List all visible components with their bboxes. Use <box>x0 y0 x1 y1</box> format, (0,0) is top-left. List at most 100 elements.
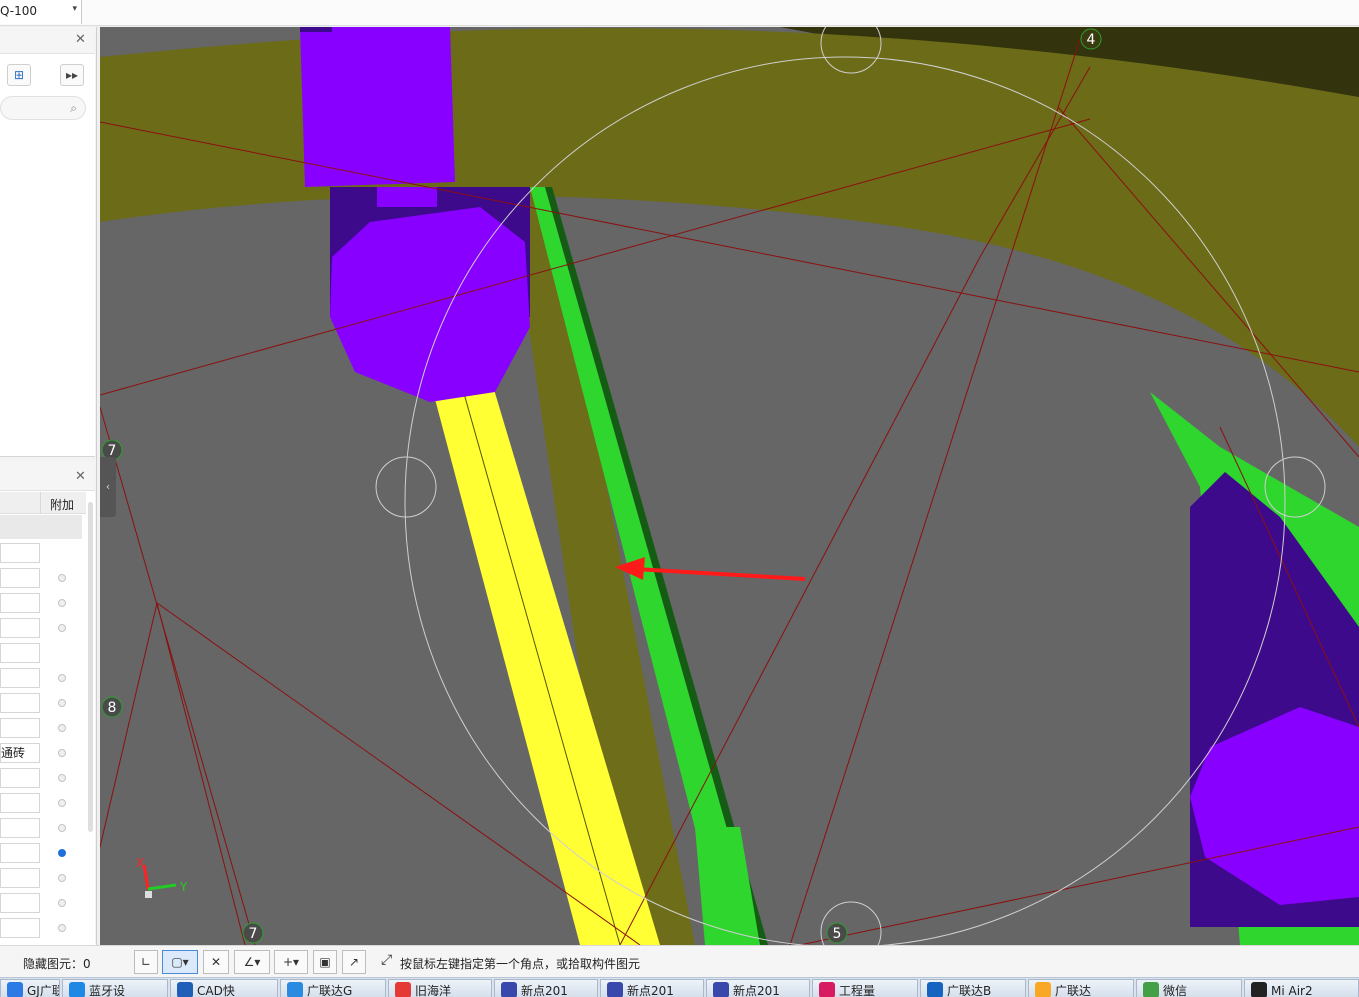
property-value-cell[interactable] <box>0 868 40 888</box>
property-row[interactable] <box>0 566 86 591</box>
gizmo-x-label: X <box>136 856 144 870</box>
floor-combo[interactable]: Q-100 ▾ <box>0 0 82 24</box>
command-hint: 按鼠标左键指定第一个角点，或拾取构件图元 <box>400 957 641 971</box>
app-icon <box>927 982 943 997</box>
collapse-panel-handle[interactable]: ‹ <box>100 457 116 517</box>
property-value-cell[interactable] <box>0 768 40 788</box>
angle-snap-button[interactable]: ∠▾ <box>234 950 270 974</box>
attached-checkbox[interactable] <box>58 724 66 732</box>
property-value-cell[interactable] <box>0 918 40 938</box>
new-component-button[interactable]: ⊞ <box>7 64 31 86</box>
attached-checkbox[interactable] <box>58 749 66 757</box>
attached-checkbox[interactable] <box>58 574 66 582</box>
property-value-cell[interactable] <box>0 843 40 863</box>
property-row[interactable] <box>0 841 86 866</box>
expand-button[interactable]: ▸▸ <box>60 64 84 86</box>
property-row[interactable] <box>0 591 86 616</box>
attached-checkbox[interactable] <box>58 774 66 782</box>
attached-checkbox[interactable] <box>58 874 66 882</box>
taskbar-item[interactable]: Mi Air2 <box>1244 979 1359 997</box>
property-row[interactable] <box>0 766 86 791</box>
property-row[interactable] <box>0 891 86 916</box>
property-value-cell[interactable] <box>0 893 40 913</box>
arc-icon: ↗ <box>348 955 360 969</box>
search-input[interactable]: ⌕ <box>0 96 86 120</box>
status-bar: 隐藏图元：0 ∟ ▢▾ ✕ ∠▾ +▾ ▣ ↗ ⤢ 按鼠标左键指定第一个角点，或… <box>0 945 1359 977</box>
attached-checkbox[interactable] <box>58 699 66 707</box>
round-column[interactable] <box>330 207 530 402</box>
taskbar-item[interactable]: 旧海洋 <box>388 979 492 997</box>
attached-checkbox[interactable] <box>58 899 66 907</box>
property-row[interactable] <box>0 816 86 841</box>
column-cap <box>377 187 437 207</box>
close-icon[interactable]: ✕ <box>75 32 86 47</box>
column-top[interactable] <box>300 27 455 187</box>
column-top-shadow <box>300 27 332 32</box>
arc-snap-button[interactable]: ↗ <box>342 950 366 974</box>
property-row[interactable] <box>0 666 86 691</box>
app-icon <box>7 982 23 997</box>
attached-checkbox[interactable] <box>58 824 66 832</box>
cross-select-button[interactable]: ✕ <box>203 950 229 974</box>
property-value-cell[interactable] <box>0 568 40 588</box>
property-value-cell[interactable] <box>0 643 40 663</box>
property-value-cell[interactable] <box>0 793 40 813</box>
taskbar-item[interactable]: 工程量 <box>812 979 918 997</box>
property-row[interactable] <box>0 616 86 641</box>
orthogonal-toggle[interactable]: ∟ <box>134 950 158 974</box>
property-row[interactable] <box>0 641 86 666</box>
taskbar-item[interactable]: 广联达B <box>920 979 1026 997</box>
axis-label-4: 4 <box>1087 32 1096 48</box>
attached-checkbox[interactable] <box>58 599 66 607</box>
app-icon <box>1143 982 1159 997</box>
property-value-cell[interactable] <box>0 593 40 613</box>
taskbar-item[interactable]: 广联达 <box>1028 979 1134 997</box>
attached-checkbox[interactable] <box>58 674 66 682</box>
taskbar-item[interactable]: 微信 <box>1136 979 1242 997</box>
property-row[interactable] <box>0 791 86 816</box>
display-toggle-button[interactable]: ▣ <box>313 950 337 974</box>
property-row[interactable] <box>0 916 86 941</box>
property-value-cell[interactable]: 通砖 <box>0 743 40 763</box>
taskbar-item-label: 广联达B <box>947 984 992 997</box>
taskbar-item[interactable]: 新点201 <box>600 979 704 997</box>
property-row[interactable] <box>0 691 86 716</box>
app-icon <box>501 982 517 997</box>
app-icon <box>1035 982 1051 997</box>
offset-snap-button[interactable]: +▾ <box>274 950 308 974</box>
floor-combo-value: Q-100 <box>0 4 38 18</box>
selected-row[interactable] <box>0 515 82 539</box>
property-value-cell[interactable] <box>0 818 40 838</box>
axis-label-8: 8 <box>108 700 117 716</box>
taskbar-item[interactable]: 新点201 <box>706 979 810 997</box>
property-row[interactable] <box>0 541 86 566</box>
taskbar-item[interactable]: 广联达G <box>280 979 386 997</box>
top-toolbar: Q-100 ▾ <box>0 0 1359 26</box>
close-icon[interactable]: ✕ <box>75 469 86 484</box>
property-value-cell[interactable] <box>0 693 40 713</box>
taskbar-item[interactable]: 新点201 <box>494 979 598 997</box>
axis-label-7-bottom: 7 <box>249 926 258 942</box>
property-row[interactable]: 通砖 <box>0 741 86 766</box>
attached-checkbox[interactable] <box>58 849 66 857</box>
taskbar-item[interactable]: CAD快 <box>170 979 278 997</box>
property-value-cell[interactable] <box>0 543 40 563</box>
taskbar-item-label: 新点201 <box>521 984 568 997</box>
column-header-attached: 附加 <box>50 498 75 512</box>
select-mode-button[interactable]: ▢▾ <box>162 950 198 974</box>
3d-viewport[interactable]: 4 7 8 7 5 X Y ‹ <box>100 27 1359 945</box>
property-row[interactable] <box>0 866 86 891</box>
attached-checkbox[interactable] <box>58 924 66 932</box>
property-value-cell[interactable] <box>0 618 40 638</box>
property-value-cell[interactable] <box>0 668 40 688</box>
property-row[interactable] <box>0 716 86 741</box>
panel-scrollbar[interactable] <box>88 502 93 832</box>
taskbar-item[interactable]: GJ广联 <box>0 979 60 997</box>
search-icon: ⌕ <box>70 101 77 115</box>
attached-checkbox[interactable] <box>58 799 66 807</box>
property-value-cell[interactable] <box>0 718 40 738</box>
offset-icon: +▾ <box>282 955 300 969</box>
attached-checkbox[interactable] <box>58 624 66 632</box>
taskbar-item-label: 蓝牙设 <box>89 984 126 997</box>
taskbar-item[interactable]: 蓝牙设 <box>62 979 168 997</box>
